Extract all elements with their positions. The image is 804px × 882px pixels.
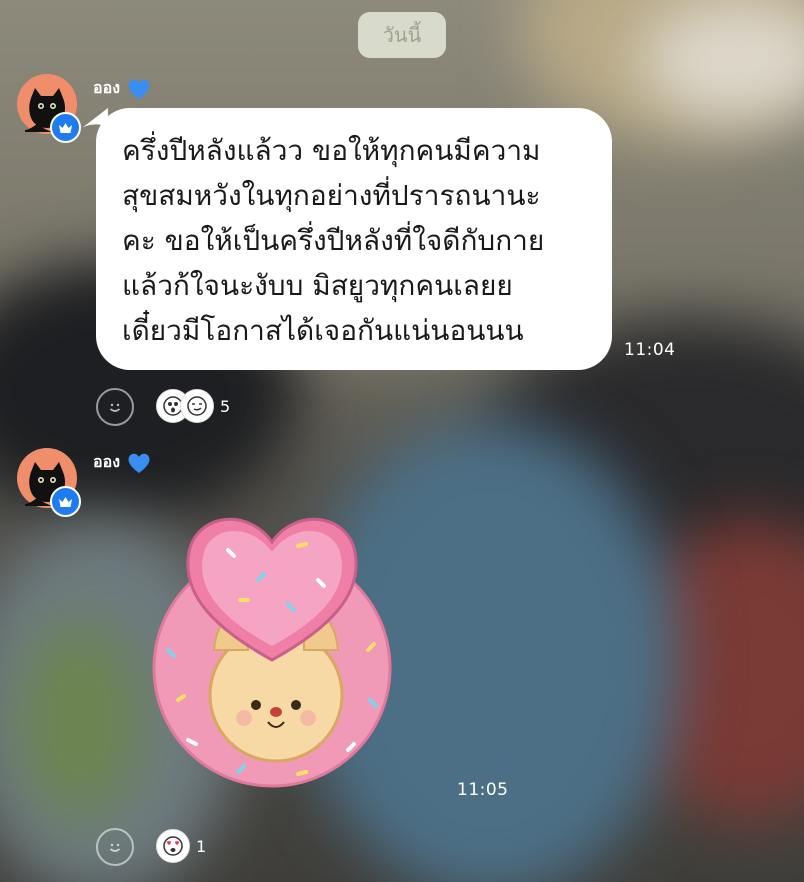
blue-heart-icon: [128, 79, 150, 99]
crown-icon: [59, 122, 72, 133]
date-separator: วันนี้: [358, 12, 446, 58]
add-reaction-button[interactable]: [96, 828, 134, 866]
message-line: แล้วก้ใจนะงับบ มิสยูวทุกคนเลยย: [122, 269, 513, 302]
message-text: ครึ่งปีหลังแล้วว ขอให้ทุกคนมีความ สุขสมห…: [122, 128, 602, 353]
message-line: เดี๋ยวมีโอกาสได้เจอกันแน่นอนนน: [122, 314, 524, 347]
reaction-count: 5: [220, 396, 231, 416]
reaction-summary[interactable]: 5: [156, 389, 230, 423]
crown-badge: [50, 486, 81, 517]
reaction-count: 1: [196, 836, 207, 856]
message-line: คะ ขอให้เป็นครึ่งปีหลังที่ใจดีกับกาย: [122, 224, 545, 257]
sender-name: ออง: [93, 78, 121, 97]
message-line: สุขสมหวังในทุกอย่างที่ปรารถนานะ: [122, 179, 541, 212]
crown-badge: [50, 112, 81, 143]
message-time: 11:05: [457, 780, 509, 800]
add-reaction-button[interactable]: [96, 388, 134, 426]
message-line: ครึ่งปีหลังแล้วว ขอให้ทุกคนมีความ: [122, 134, 541, 167]
sender-name-row: ออง: [93, 450, 152, 475]
blue-heart-icon: [128, 453, 150, 473]
smirk-face-icon: [180, 389, 214, 423]
heart-eyes-face-icon: [156, 829, 190, 863]
heart-donut-puppy-sticker[interactable]: [148, 500, 398, 790]
sender-name: ออง: [93, 452, 121, 471]
sender-avatar[interactable]: [17, 448, 81, 517]
sender-avatar[interactable]: [17, 74, 81, 143]
date-separator-label: วันนี้: [382, 23, 422, 47]
crown-icon: [59, 496, 72, 507]
smiley-icon: [109, 843, 121, 852]
sender-name-row: ออง: [93, 76, 152, 101]
smiley-icon: [109, 403, 121, 412]
message-time: 11:04: [624, 340, 676, 360]
reaction-summary[interactable]: 1: [156, 829, 206, 863]
